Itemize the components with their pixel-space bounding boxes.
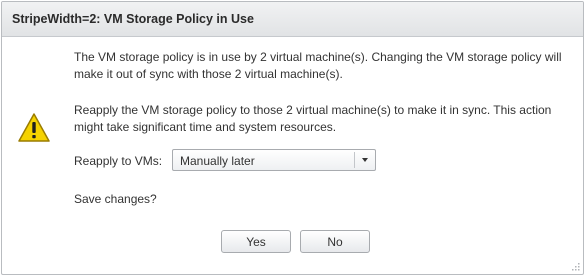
resize-grip-icon[interactable] <box>572 263 580 271</box>
chevron-down-icon[interactable] <box>362 158 368 162</box>
warning-icon <box>18 113 50 142</box>
reapply-to-vms-select[interactable]: Manually later <box>172 149 376 171</box>
select-divider <box>354 152 355 168</box>
reapply-to-vms-label: Reapply to VMs: <box>74 154 163 168</box>
dialog-title: StripeWidth=2: VM Storage Policy in Use <box>12 12 254 26</box>
save-changes-question: Save changes? <box>74 192 157 206</box>
storage-policy-dialog: StripeWidth=2: VM Storage Policy in Use … <box>1 1 584 275</box>
dialog-titlebar[interactable]: StripeWidth=2: VM Storage Policy in Use <box>2 2 583 37</box>
reapply-select-value: Manually later <box>180 154 255 168</box>
reapply-message: Reapply the VM storage policy to those 2… <box>74 103 552 134</box>
yes-button[interactable]: Yes <box>221 230 291 253</box>
no-button[interactable]: No <box>300 230 370 253</box>
in-use-message: The VM storage policy is in use by 2 vir… <box>74 50 562 81</box>
